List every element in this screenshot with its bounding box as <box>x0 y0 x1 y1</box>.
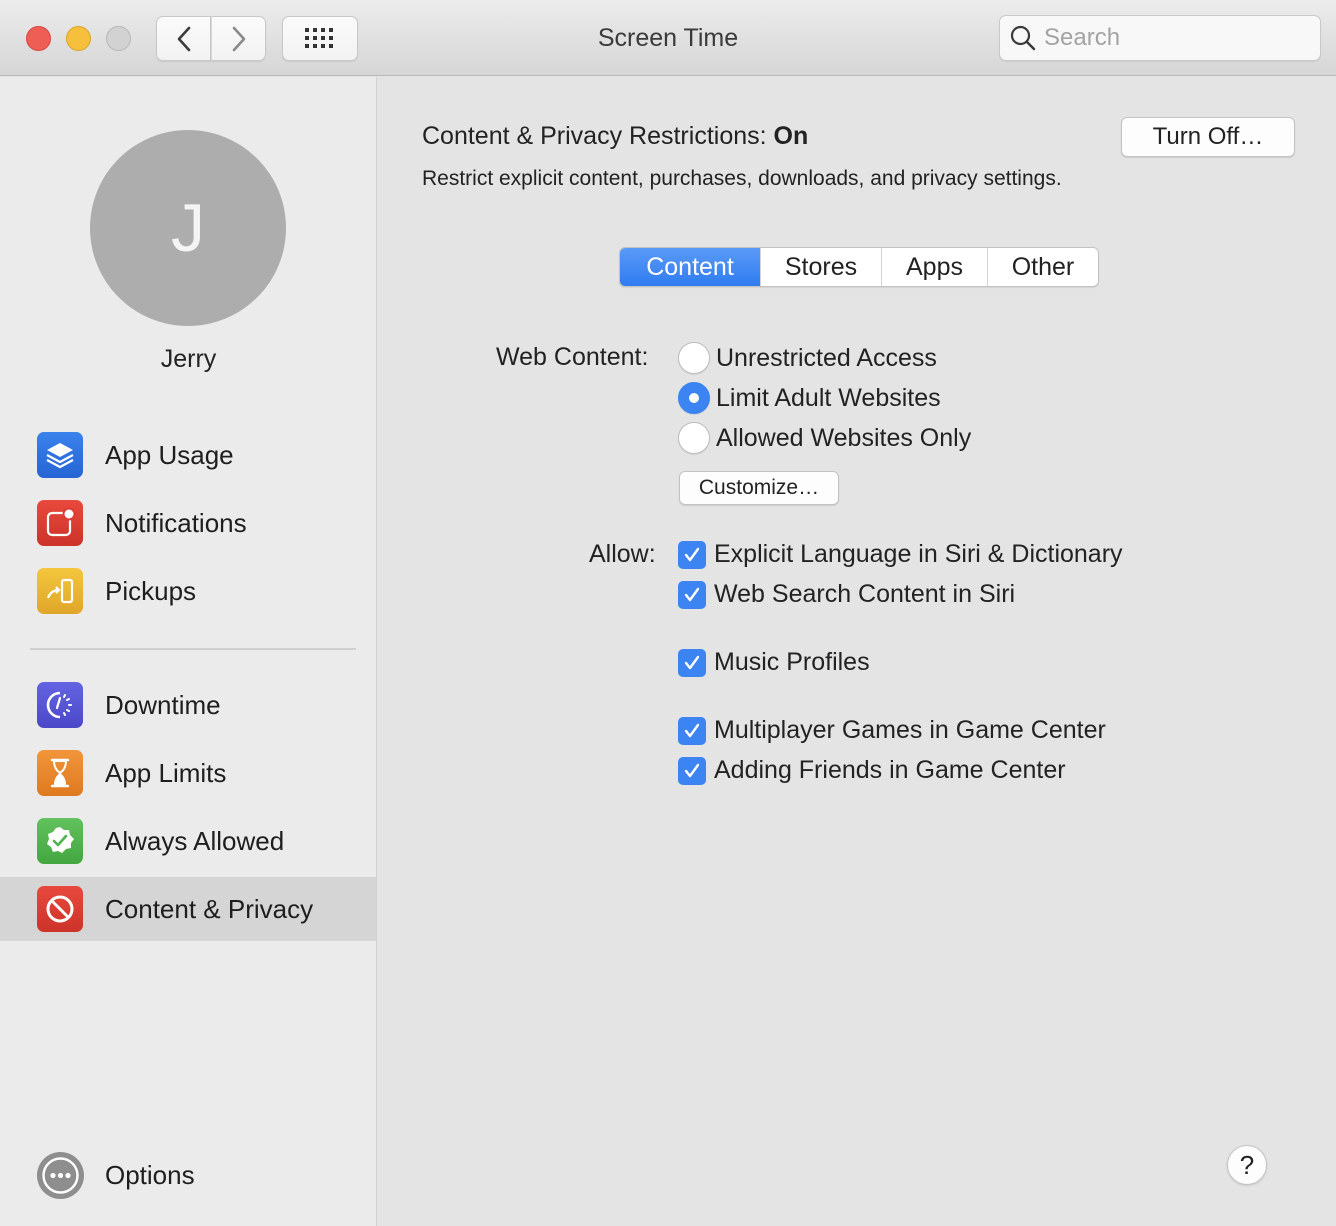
chevron-left-icon <box>177 26 190 51</box>
tab-stores[interactable]: Stores <box>760 248 881 286</box>
checkbox-web-search-content[interactable]: Web Search Content in Siri <box>678 580 1015 609</box>
help-button[interactable]: ? <box>1227 1145 1267 1185</box>
avatar-initial: J <box>171 190 205 266</box>
checkmark-icon <box>684 763 700 777</box>
tab-other[interactable]: Other <box>987 248 1098 286</box>
customize-button[interactable]: Customize… <box>679 471 839 505</box>
radio-allowed-websites-only[interactable]: Allowed Websites Only <box>678 422 971 454</box>
radio-limit-adult-websites[interactable]: Limit Adult Websites <box>678 382 941 414</box>
radio-unrestricted-access[interactable]: Unrestricted Access <box>678 342 937 374</box>
zoom-window-button[interactable] <box>106 26 131 51</box>
checkbox-label: Music Profiles <box>714 648 870 676</box>
turn-off-button[interactable]: Turn Off… <box>1121 117 1295 157</box>
status-value: On <box>773 122 809 150</box>
web-content-label: Web Content: <box>496 343 649 371</box>
sidebar-item-always-allowed[interactable]: Always Allowed <box>0 809 376 873</box>
search-icon <box>1010 25 1036 51</box>
screen-time-window: Screen Time J Jerry App Usage Notificati… <box>0 0 1336 1226</box>
checkbox-label: Adding Friends in Game Center <box>714 756 1066 784</box>
close-window-button[interactable] <box>26 26 51 51</box>
checkbox[interactable] <box>678 716 706 745</box>
titlebar: Screen Time <box>0 0 1336 76</box>
checkbox-explicit-language[interactable]: Explicit Language in Siri & Dictionary <box>678 540 1123 569</box>
options-label: Options <box>105 1159 195 1190</box>
search-input[interactable] <box>1044 24 1304 52</box>
chevron-right-icon <box>232 26 245 51</box>
sidebar-item-content-privacy[interactable]: Content & Privacy <box>0 877 376 941</box>
radio-label: Allowed Websites Only <box>716 423 972 452</box>
checkbox[interactable] <box>678 648 706 677</box>
hourglass-icon <box>37 750 83 796</box>
checkmark-icon <box>684 587 700 601</box>
sidebar-item-downtime[interactable]: Downtime <box>0 673 376 737</box>
allow-label: Allow: <box>589 540 656 568</box>
ellipsis-circle-icon <box>37 1151 84 1199</box>
avatar[interactable]: J <box>90 130 286 326</box>
search-field[interactable] <box>999 15 1321 61</box>
tab-apps[interactable]: Apps <box>881 248 987 286</box>
user-name: Jerry <box>160 345 217 373</box>
sidebar-item-label: App Usage <box>105 439 234 470</box>
checkbox-label: Multiplayer Games in Game Center <box>714 716 1106 744</box>
layers-icon <box>37 432 83 478</box>
show-all-grid-icon <box>305 27 333 48</box>
status-prefix: Content & Privacy Restrictions: <box>422 122 774 150</box>
radio-label: Limit Adult Websites <box>716 383 941 412</box>
downtime-clock-icon <box>37 682 83 728</box>
sidebar-item-label: Notifications <box>105 507 247 538</box>
checkmark-icon <box>684 723 700 737</box>
back-button[interactable] <box>156 16 211 61</box>
checkbox-label: Explicit Language in Siri & Dictionary <box>714 540 1123 568</box>
prohibited-icon <box>37 886 83 932</box>
main-panel: Content & Privacy Restrictions: On Restr… <box>378 77 1336 1226</box>
show-all-button[interactable] <box>282 16 358 61</box>
checkbox-adding-friends[interactable]: Adding Friends in Game Center <box>678 756 1066 785</box>
restrictions-status: Content & Privacy Restrictions: On <box>422 122 808 151</box>
checkmark-seal-icon <box>37 818 83 864</box>
pickup-phone-icon <box>37 568 83 614</box>
sidebar-divider <box>30 648 356 650</box>
tab-bar: Content Stores Apps Other <box>619 247 1099 287</box>
radio-label: Unrestricted Access <box>716 343 937 372</box>
forward-button[interactable] <box>211 16 266 61</box>
tab-content[interactable]: Content <box>620 248 760 286</box>
checkbox[interactable] <box>678 756 706 785</box>
sidebar: J Jerry App Usage Notifications Pickups <box>0 77 377 1226</box>
radio-button[interactable] <box>678 422 710 454</box>
notification-badge-icon <box>37 500 83 546</box>
options-button[interactable]: Options <box>0 1143 376 1207</box>
checkbox[interactable] <box>678 540 706 569</box>
checkmark-icon <box>684 655 700 669</box>
sidebar-item-label: Downtime <box>105 689 221 720</box>
sidebar-item-label: App Limits <box>105 757 227 788</box>
restrictions-description: Restrict explicit content, purchases, do… <box>422 167 1062 190</box>
sidebar-item-label: Always Allowed <box>105 825 285 856</box>
checkmark-icon <box>684 547 700 561</box>
sidebar-item-label: Pickups <box>105 575 197 606</box>
checkbox-music-profiles[interactable]: Music Profiles <box>678 648 870 677</box>
sidebar-item-pickups[interactable]: Pickups <box>0 559 376 623</box>
radio-button[interactable] <box>678 382 710 414</box>
sidebar-item-app-usage[interactable]: App Usage <box>0 423 376 487</box>
checkbox-multiplayer-games[interactable]: Multiplayer Games in Game Center <box>678 716 1106 745</box>
radio-button[interactable] <box>678 342 710 374</box>
sidebar-item-app-limits[interactable]: App Limits <box>0 741 376 805</box>
checkbox[interactable] <box>678 580 706 609</box>
checkbox-label: Web Search Content in Siri <box>714 580 1016 608</box>
minimize-window-button[interactable] <box>66 26 91 51</box>
sidebar-item-label: Content & Privacy <box>105 893 314 924</box>
sidebar-item-notifications[interactable]: Notifications <box>0 491 376 555</box>
